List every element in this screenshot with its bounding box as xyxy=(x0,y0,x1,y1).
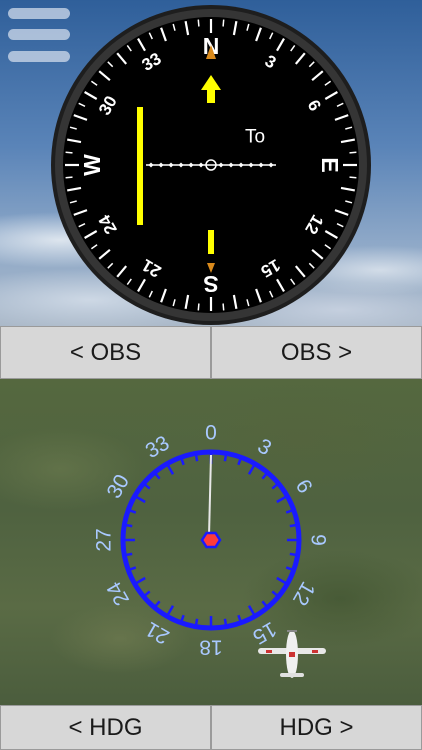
heading-tick xyxy=(129,566,137,571)
compass-tick xyxy=(349,176,357,179)
heading-tick xyxy=(223,455,228,462)
heading-tick xyxy=(144,483,151,490)
heading-label-6: 6 xyxy=(291,476,317,498)
compass-tick xyxy=(65,176,73,179)
heading-tick xyxy=(126,523,133,528)
heading-tick xyxy=(166,605,175,616)
center-hub-icon xyxy=(200,531,222,549)
heading-tick xyxy=(194,455,199,462)
compass-label-w: W xyxy=(79,154,105,176)
heading-tick xyxy=(271,483,278,490)
heading-label-27: 27 xyxy=(93,528,116,551)
cdi-needle xyxy=(137,107,143,225)
heading-tick xyxy=(261,473,268,480)
sky-background: N E S W 3 6 12 15 21 24 30 33 xyxy=(0,0,422,326)
heading-label-3: 3 xyxy=(254,434,276,460)
heading-label-12: 12 xyxy=(288,578,320,610)
compass-label-s: S xyxy=(203,271,218,297)
heading-tick xyxy=(237,458,242,466)
heading-label-0: 0 xyxy=(205,422,217,445)
heading-tick xyxy=(180,458,185,466)
heading-tick xyxy=(261,600,268,607)
heading-tick xyxy=(223,618,228,625)
obs-button-row: < OBS OBS > xyxy=(0,326,422,379)
compass-tick xyxy=(222,19,225,27)
ground-background: 0 3 6 9 12 15 18 21 24 27 30 33 xyxy=(0,379,422,705)
heading-tick xyxy=(144,590,151,597)
heading-label-21: 21 xyxy=(142,617,174,649)
heading-tick xyxy=(247,464,256,475)
heading-tick xyxy=(289,523,296,528)
heading-tick xyxy=(237,614,242,622)
heading-tick xyxy=(247,605,256,616)
heading-tick xyxy=(154,473,161,480)
hdg-decrease-button[interactable]: < HDG xyxy=(0,705,211,750)
heading-tick xyxy=(194,618,199,625)
compass-tick xyxy=(197,19,200,27)
heading-tick xyxy=(154,600,161,607)
obs-decrease-button[interactable]: < OBS xyxy=(0,326,211,379)
heading-tick xyxy=(129,509,137,514)
obs-increase-button[interactable]: OBS > xyxy=(211,326,422,379)
heading-tick xyxy=(276,576,287,585)
compass-tick xyxy=(222,303,225,311)
hdg-increase-button[interactable]: HDG > xyxy=(211,705,422,750)
heading-tick xyxy=(271,590,278,597)
heading-label-15: 15 xyxy=(249,617,281,649)
hdg-button-row: < HDG HDG > xyxy=(0,705,422,750)
heading-label-24: 24 xyxy=(102,577,134,609)
compass-tick xyxy=(349,151,357,154)
heading-tick xyxy=(276,495,287,504)
heading-tick xyxy=(289,552,296,557)
heading-indicator: 0 3 6 9 12 15 18 21 24 27 30 33 xyxy=(93,422,330,678)
heading-label-33: 33 xyxy=(142,432,174,464)
heading-tick xyxy=(126,552,133,557)
heading-tick xyxy=(166,464,175,475)
compass-tick xyxy=(65,151,73,154)
compass-label-e: E xyxy=(317,157,343,172)
heading-pointer xyxy=(208,454,212,537)
compass-tick xyxy=(197,303,200,311)
heading-tick xyxy=(135,576,146,585)
reciprocal-bar xyxy=(208,230,214,254)
obs-instrument: N E S W 3 6 12 15 21 24 30 33 xyxy=(51,5,371,325)
to-from-indicator: To xyxy=(245,127,265,148)
heading-tick xyxy=(180,614,185,622)
heading-tick xyxy=(285,509,293,514)
heading-label-30: 30 xyxy=(103,471,135,503)
heading-tick xyxy=(135,495,146,504)
heading-label-9: 9 xyxy=(307,534,330,546)
heading-label-18: 18 xyxy=(199,636,222,659)
heading-tick xyxy=(285,566,293,571)
